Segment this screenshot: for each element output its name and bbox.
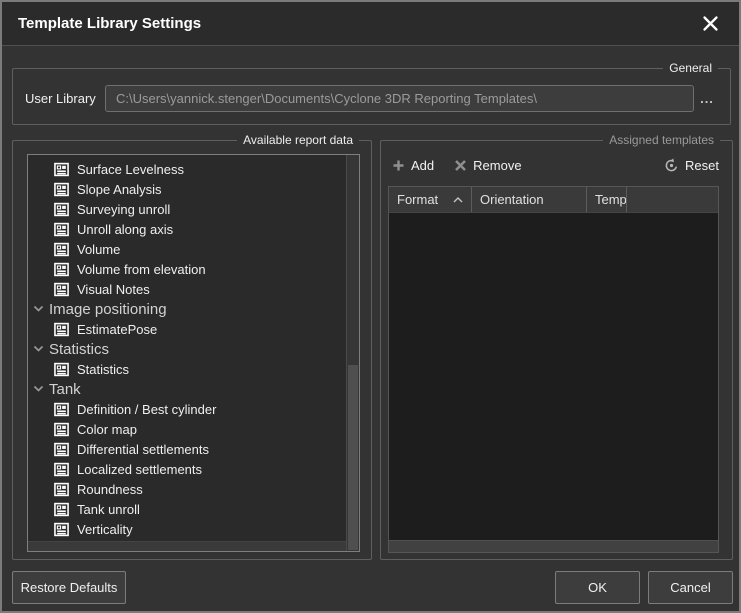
report-data-listbox: Surface Levelness Slope Analysis Surveying… [27, 154, 360, 552]
tree-label: Unroll along axis [77, 222, 173, 237]
report-icon [54, 162, 69, 177]
tree-item[interactable]: Verticality [28, 519, 346, 539]
report-icon [54, 322, 69, 337]
report-icon [54, 462, 69, 477]
tree-label: Volume from elevation [77, 262, 206, 277]
template-library-settings-dialog: Template Library Settings General User L… [0, 0, 741, 613]
tree-item[interactable]: Color map [28, 419, 346, 439]
chevron-down-icon [33, 345, 44, 353]
tree-item[interactable]: Tank unroll [28, 499, 346, 519]
templates-table-header: Format Orientation Temp [389, 187, 718, 213]
tree-vertical-scrollbar[interactable] [346, 155, 359, 551]
remove-button-label: Remove [473, 158, 521, 173]
tree-item[interactable]: Differential settlements [28, 439, 346, 459]
report-icon [54, 482, 69, 497]
report-icon [54, 442, 69, 457]
general-group: General User Library C:\Users\yannick.st… [12, 68, 731, 125]
report-icon [54, 222, 69, 237]
templates-table-body[interactable] [389, 213, 718, 540]
tree-label: Surveying unroll [77, 202, 170, 217]
tree-item[interactable]: Surveying unroll [28, 199, 346, 219]
sort-ascending-icon [453, 197, 463, 203]
report-icon [54, 182, 69, 197]
user-library-label: User Library [25, 91, 105, 106]
dialog-title: Template Library Settings [18, 15, 201, 32]
tree-label: Tank [49, 381, 81, 398]
chevron-down-icon [33, 305, 44, 313]
add-button-label: Add [411, 158, 434, 173]
plus-icon [392, 159, 405, 172]
tree-label: Roundness [77, 482, 143, 497]
browse-button[interactable]: ... [694, 91, 720, 106]
tree-item[interactable]: Volume [28, 239, 346, 259]
report-icon [54, 202, 69, 217]
tree-label: Color map [77, 422, 137, 437]
remove-button[interactable]: Remove [454, 158, 521, 173]
report-icon [54, 502, 69, 517]
tree-item[interactable]: EstimatePose [28, 319, 346, 339]
tree-label: Image positioning [49, 301, 167, 318]
tree-item[interactable]: Unroll along axis [28, 219, 346, 239]
tree-item[interactable]: Definition / Best cylinder [28, 399, 346, 419]
available-report-data-group: Available report data Surface LevelnessS… [12, 140, 372, 560]
tree-item[interactable]: Localized settlements [28, 459, 346, 479]
report-icon [54, 402, 69, 417]
tree-label: Localized settlements [77, 462, 202, 477]
x-icon [454, 159, 467, 172]
cancel-button[interactable]: Cancel [648, 571, 733, 604]
tree-label: Surface Levelness [77, 162, 184, 177]
available-report-data-legend: Available report data [237, 133, 359, 148]
column-header-filler [627, 187, 718, 212]
column-header-template[interactable]: Temp [587, 187, 627, 212]
tree-label: Visual Notes [77, 282, 150, 297]
report-icon [54, 282, 69, 297]
tree-item[interactable]: Visual Notes [28, 279, 346, 299]
column-header-orientation[interactable]: Orientation [472, 187, 587, 212]
tree-item[interactable]: Roundness [28, 479, 346, 499]
assigned-templates-group: Assigned templates Add Remove [380, 140, 733, 560]
tree-label: EstimatePose [77, 322, 157, 337]
tree-label: Tank unroll [77, 502, 140, 517]
tree-item[interactable]: Surface Levelness [28, 159, 346, 179]
report-icon [54, 242, 69, 257]
tree-category[interactable]: Statistics [28, 339, 346, 359]
column-header-format[interactable]: Format [389, 187, 472, 212]
title-bar: Template Library Settings [2, 2, 739, 46]
tree-label: Differential settlements [77, 442, 209, 457]
report-icon [54, 362, 69, 377]
report-icon [54, 522, 69, 537]
tree-horizontal-scrollbar[interactable] [28, 541, 346, 551]
reset-arrow-icon [664, 158, 679, 173]
user-library-row: User Library C:\Users\yannick.stenger\Do… [13, 69, 730, 124]
tree-category[interactable]: Tank [28, 379, 346, 399]
tree-item[interactable]: Slope Analysis [28, 179, 346, 199]
tree-item[interactable]: Volume from elevation [28, 259, 346, 279]
table-horizontal-scrollbar[interactable] [389, 540, 718, 552]
report-icon [54, 262, 69, 277]
tree-label: Statistics [49, 341, 109, 358]
add-button[interactable]: Add [392, 158, 434, 173]
tree-label: Statistics [77, 362, 129, 377]
tree-label: Verticality [77, 522, 133, 537]
general-group-legend: General [663, 61, 718, 76]
tree-item[interactable]: Statistics [28, 359, 346, 379]
reset-button[interactable]: Reset [664, 158, 719, 173]
assigned-templates-toolbar: Add Remove Reset [392, 154, 719, 176]
report-tree: Surface Levelness Slope Analysis Surveying… [28, 155, 346, 541]
report-icon [54, 422, 69, 437]
reset-button-label: Reset [685, 158, 719, 173]
assigned-templates-legend: Assigned templates [603, 133, 720, 148]
close-icon[interactable] [697, 11, 723, 37]
tree-label: Slope Analysis [77, 182, 162, 197]
restore-defaults-button[interactable]: Restore Defaults [12, 571, 126, 604]
ok-button[interactable]: OK [555, 571, 640, 604]
tree-label: Definition / Best cylinder [77, 402, 216, 417]
tree-label: Volume [77, 242, 120, 257]
tree-scrollbar-thumb[interactable] [348, 365, 358, 550]
chevron-down-icon [33, 385, 44, 393]
user-library-path-input[interactable]: C:\Users\yannick.stenger\Documents\Cyclo… [105, 85, 694, 112]
tree-category[interactable]: Image positioning [28, 299, 346, 319]
assigned-templates-table: Format Orientation Temp [388, 186, 719, 553]
